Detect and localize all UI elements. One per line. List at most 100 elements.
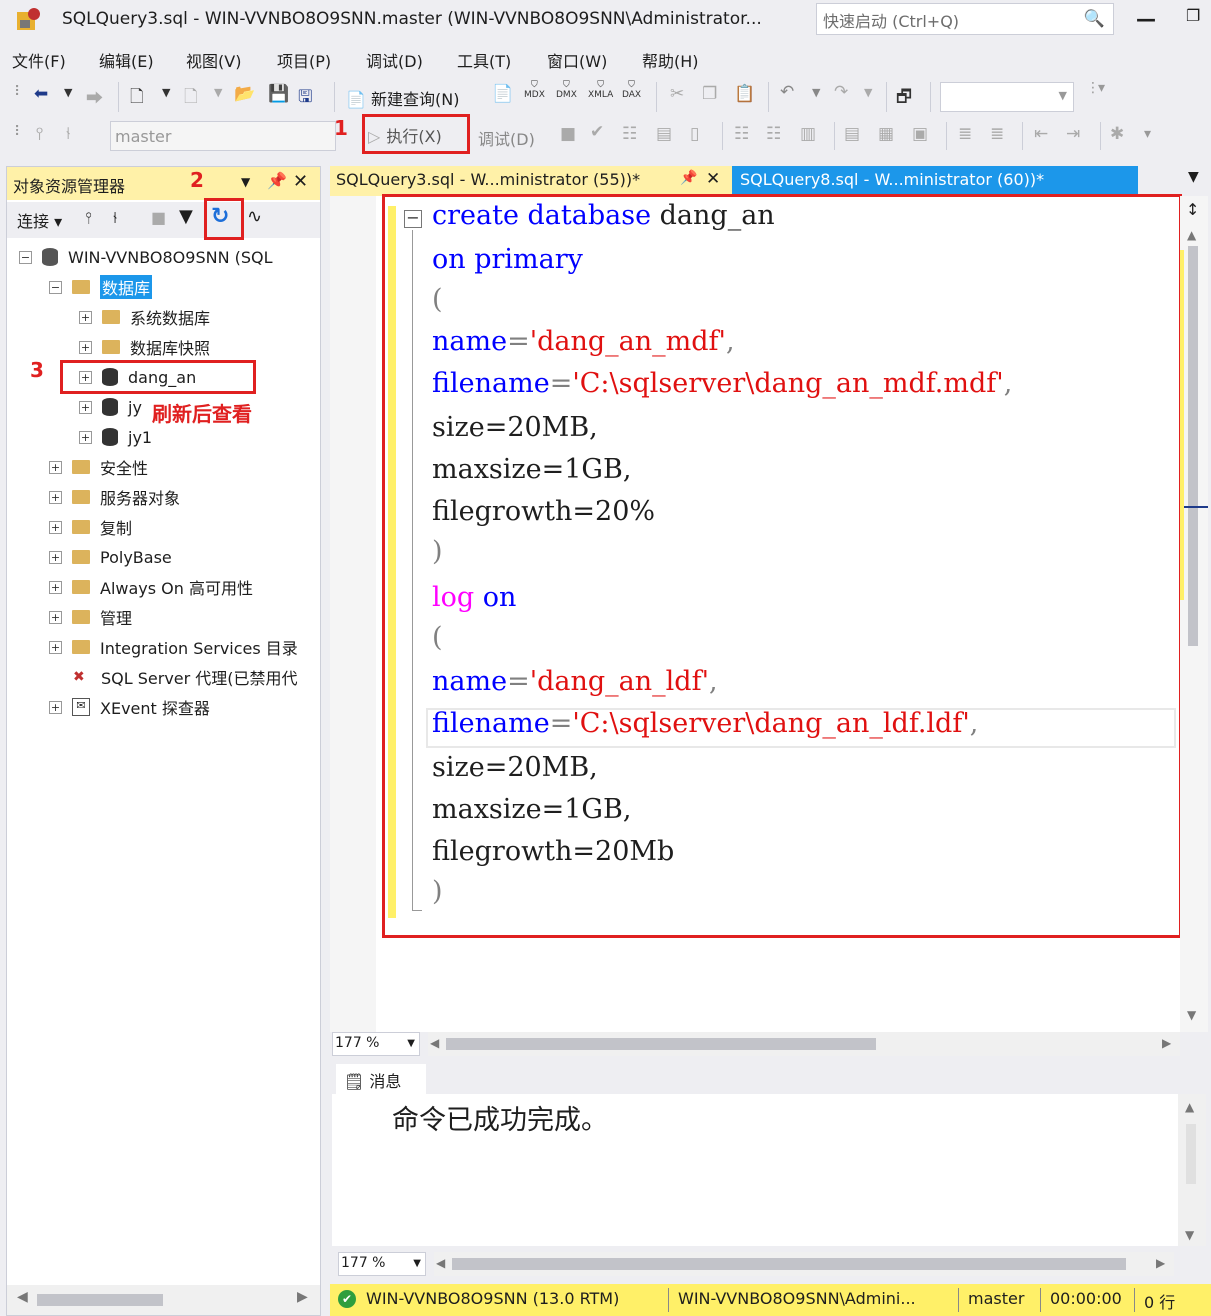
uncomment-icon[interactable]: ≣ bbox=[990, 124, 1004, 144]
expand-icon[interactable]: + bbox=[79, 340, 92, 354]
undo-dropdown-icon[interactable]: ▼ bbox=[812, 86, 820, 99]
menu-tools[interactable]: 工具(T) bbox=[457, 48, 511, 72]
toolbar-grip[interactable]: ⠇ bbox=[14, 124, 24, 140]
database-engine-query-icon[interactable]: 📄 bbox=[492, 84, 513, 104]
expand-icon[interactable]: + bbox=[49, 520, 62, 534]
results-to-grid-icon[interactable]: ▦ bbox=[878, 124, 894, 144]
tree-node-jy1[interactable]: + jy1 bbox=[79, 423, 152, 451]
pin-icon[interactable]: 📌 bbox=[680, 170, 697, 186]
expand-icon[interactable]: + bbox=[79, 430, 92, 444]
display-plan-icon[interactable]: ☷ bbox=[622, 124, 637, 144]
connect-icon[interactable]: ⫯ bbox=[36, 124, 43, 144]
expand-icon[interactable]: + bbox=[49, 700, 62, 714]
open-file-icon[interactable]: 📂 bbox=[234, 84, 255, 104]
back-dropdown-icon[interactable]: ▼ bbox=[64, 86, 72, 99]
paste-icon[interactable]: 📋 bbox=[734, 84, 755, 104]
dmx-query-icon[interactable]: ⛉ DMX bbox=[556, 80, 577, 100]
tree-node-integration-services[interactable]: + Integration Services 目录 bbox=[49, 633, 298, 661]
change-connection-icon[interactable]: ⫮ bbox=[66, 124, 70, 144]
toolbar-overflow-icon[interactable]: ⋮▾ bbox=[1086, 80, 1105, 96]
scroll-down-icon[interactable]: ▼ bbox=[1185, 1228, 1194, 1242]
tree-node-always-on[interactable]: + Always On 高可用性 bbox=[49, 573, 253, 601]
expand-icon[interactable]: + bbox=[79, 310, 92, 324]
messages-hscrollbar[interactable]: ◀ ▶ bbox=[434, 1252, 1174, 1276]
decrease-indent-icon[interactable]: ⇤ bbox=[1034, 124, 1048, 144]
tree-node-databases[interactable]: − 数据库 bbox=[49, 273, 153, 301]
scroll-left-icon[interactable]: ◀ bbox=[430, 1036, 439, 1050]
debug-button[interactable]: 调试(D) bbox=[478, 126, 535, 150]
scroll-up-icon[interactable]: ▲ bbox=[1185, 1100, 1194, 1114]
tree-node-server-objects[interactable]: + 服务器对象 bbox=[49, 483, 180, 511]
scroll-right-icon[interactable]: ▶ bbox=[1162, 1036, 1171, 1050]
menu-file[interactable]: 文件(F) bbox=[12, 48, 66, 72]
menu-edit[interactable]: 编辑(E) bbox=[99, 48, 154, 72]
comment-icon[interactable]: ≣ bbox=[958, 124, 972, 144]
add-item-dropdown-icon[interactable]: ▼ bbox=[214, 86, 222, 99]
stop-icon[interactable]: ■ bbox=[151, 208, 166, 227]
quick-launch-input[interactable]: 快速启动 (Ctrl+Q) 🔍 bbox=[816, 3, 1114, 35]
editor-vscrollbar[interactable]: ↕ ▲ ▼ bbox=[1180, 196, 1208, 1032]
tree-node-xevent-profiler[interactable]: + ✉ XEvent 探查器 bbox=[49, 693, 210, 721]
tree-node-database-snapshots[interactable]: + 数据库快照 bbox=[79, 333, 210, 361]
tree-node-jy[interactable]: + jy bbox=[79, 393, 142, 421]
expand-icon[interactable]: + bbox=[49, 580, 62, 594]
back-icon[interactable]: ⬅ bbox=[34, 84, 48, 104]
filter-icon[interactable]: ▼ bbox=[179, 206, 193, 227]
menu-debug[interactable]: 调试(D) bbox=[366, 48, 423, 72]
cancel-query-icon[interactable]: ■ bbox=[560, 124, 576, 144]
tab-sqlquery3[interactable]: SQLQuery3.sql - W...ministrator (55))* 📌… bbox=[330, 166, 732, 196]
collapse-icon[interactable]: − bbox=[19, 250, 32, 264]
expand-icon[interactable]: + bbox=[49, 610, 62, 624]
menu-view[interactable]: 视图(V) bbox=[186, 48, 241, 72]
scroll-thumb[interactable] bbox=[1186, 1124, 1196, 1184]
xmla-query-icon[interactable]: ⛉ XMLA bbox=[588, 80, 613, 100]
mdx-query-icon[interactable]: ⛉ MDX bbox=[524, 80, 545, 100]
disconnect-icon[interactable]: ⫮ bbox=[113, 208, 117, 228]
tab-list-dropdown-icon[interactable]: ▼ bbox=[1188, 169, 1199, 185]
new-project-icon[interactable]: 🗋 bbox=[130, 84, 144, 113]
activity-monitor-icon[interactable]: ∿ bbox=[247, 206, 262, 227]
include-plan-icon[interactable]: ☷ bbox=[734, 124, 749, 144]
specify-template-values-icon[interactable]: ✱ bbox=[1110, 124, 1124, 144]
dax-query-icon[interactable]: ⛉ DAX bbox=[622, 80, 641, 100]
expand-icon[interactable]: + bbox=[49, 640, 62, 654]
collapse-icon[interactable]: − bbox=[49, 280, 62, 294]
messages-zoom-combo[interactable]: 177 % ▼ bbox=[338, 1252, 426, 1276]
toolbar-overflow-icon[interactable]: ▾ bbox=[1144, 126, 1151, 142]
menu-window[interactable]: 窗口(W) bbox=[547, 48, 607, 72]
save-icon[interactable]: 💾 bbox=[268, 84, 289, 104]
panel-dropdown-icon[interactable]: ▼ bbox=[241, 175, 250, 189]
solution-config-combo[interactable]: ▼ bbox=[940, 82, 1074, 112]
copy-icon[interactable]: ❐ bbox=[702, 84, 717, 104]
cut-icon[interactable]: ✂ bbox=[670, 84, 684, 104]
tree-node-management[interactable]: + 管理 bbox=[49, 603, 132, 631]
scroll-thumb[interactable] bbox=[446, 1038, 876, 1050]
ssms-app-icon[interactable] bbox=[14, 6, 42, 34]
scroll-up-icon[interactable]: ▲ bbox=[1187, 228, 1196, 242]
pin-icon[interactable]: 📌 bbox=[267, 171, 287, 190]
expand-icon[interactable]: + bbox=[49, 490, 62, 504]
tree-node-system-databases[interactable]: + 系统数据库 bbox=[79, 303, 210, 331]
close-icon[interactable]: ✕ bbox=[293, 171, 308, 192]
available-databases-combo[interactable]: master bbox=[110, 121, 336, 151]
redo-icon[interactable]: ↷ bbox=[834, 82, 848, 102]
tab-sqlquery8[interactable]: SQLQuery8.sql - W...ministrator (60))* bbox=[732, 166, 1138, 196]
scroll-thumb[interactable] bbox=[452, 1258, 1126, 1270]
tree-node-replication[interactable]: + 复制 bbox=[49, 513, 132, 541]
client-stats-icon[interactable]: ▥ bbox=[800, 124, 816, 144]
minimize-button[interactable]: — bbox=[1136, 7, 1156, 31]
connect-server-icon[interactable]: ⫯ bbox=[85, 208, 92, 228]
increase-indent-icon[interactable]: ⇥ bbox=[1066, 124, 1080, 144]
undo-icon[interactable]: ↶ bbox=[780, 82, 794, 102]
live-stats-icon[interactable]: ☷ bbox=[766, 124, 781, 144]
save-all-icon[interactable]: 🖫 bbox=[298, 84, 312, 113]
scroll-thumb[interactable] bbox=[1188, 246, 1198, 646]
expand-icon[interactable]: + bbox=[79, 400, 92, 414]
object-explorer-hscrollbar[interactable]: ◀ ▶ bbox=[7, 1285, 320, 1315]
new-query-button[interactable]: 📄 新建查询(N) bbox=[346, 86, 459, 110]
connect-button[interactable]: 连接 ▾ bbox=[17, 208, 62, 232]
messages-pane[interactable]: 命令已成功完成。 bbox=[332, 1094, 1178, 1246]
scroll-down-icon[interactable]: ▼ bbox=[1187, 1008, 1196, 1022]
scroll-left-icon[interactable]: ◀ bbox=[436, 1256, 445, 1270]
new-project-dropdown-icon[interactable]: ▼ bbox=[162, 86, 170, 99]
